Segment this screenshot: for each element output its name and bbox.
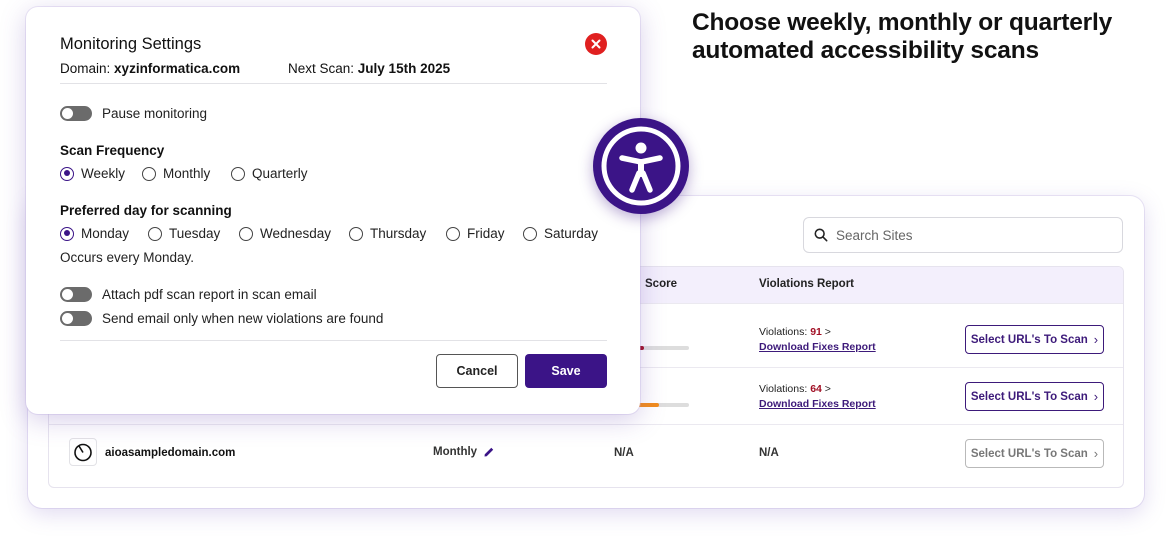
next-scan-value: July 15th 2025 bbox=[357, 61, 451, 76]
save-button[interactable]: Save bbox=[525, 354, 607, 388]
accessibility-icon bbox=[601, 126, 681, 206]
select-urls-button[interactable]: Select URL's To Scan › bbox=[965, 325, 1104, 354]
radio-label: Wednesday bbox=[260, 226, 332, 241]
chevron-right-icon: › bbox=[1093, 446, 1099, 461]
domain-value: xyzinformatica.com bbox=[114, 61, 241, 76]
violations-label: Violations: bbox=[759, 383, 808, 395]
radio-label: Quarterly bbox=[252, 166, 308, 181]
violations-value: N/A bbox=[759, 447, 779, 459]
violations-label: Violations: bbox=[759, 326, 808, 338]
search-input[interactable] bbox=[836, 227, 1106, 243]
close-button[interactable] bbox=[585, 33, 607, 55]
divider bbox=[60, 340, 607, 341]
radio-tuesday[interactable]: Tuesday bbox=[148, 226, 220, 241]
scan-frequency-heading: Scan Frequency bbox=[60, 143, 165, 158]
email-only-new-violations-toggle[interactable] bbox=[60, 311, 92, 326]
radio-label: Weekly bbox=[81, 166, 126, 181]
attach-pdf-toggle[interactable] bbox=[60, 287, 92, 302]
next-scan-info: Next Scan: July 15th 2025 bbox=[288, 61, 450, 76]
preferred-day-heading: Preferred day for scanning bbox=[60, 203, 232, 218]
radio-label: Friday bbox=[467, 226, 505, 241]
radio-dot bbox=[349, 226, 363, 241]
monitoring-settings-modal: Monitoring Settings Domain: xyzinformati… bbox=[26, 7, 640, 414]
radio-monthly[interactable]: Monthly bbox=[142, 166, 210, 181]
download-fixes-report-link[interactable]: Download Fixes Report bbox=[759, 398, 876, 410]
headline-line-2: automated accessibility scans bbox=[692, 37, 1039, 64]
column-header-violations: Violations Report bbox=[759, 278, 854, 290]
headline: Choose weekly, monthly or quarterly auto… bbox=[692, 9, 1162, 65]
radio-label: Monthly bbox=[163, 166, 211, 181]
radio-dot bbox=[523, 226, 537, 241]
radio-dot bbox=[231, 166, 245, 181]
radio-dot bbox=[148, 226, 162, 241]
violations-count[interactable]: Violations: 64 > bbox=[759, 383, 831, 395]
pause-monitoring-toggle[interactable] bbox=[60, 106, 92, 121]
cancel-button[interactable]: Cancel bbox=[436, 354, 518, 388]
close-icon bbox=[591, 39, 601, 49]
site-domain[interactable]: aioasampledomain.com bbox=[105, 447, 235, 459]
radio-dot bbox=[142, 166, 156, 181]
pause-monitoring-label: Pause monitoring bbox=[102, 106, 208, 121]
select-urls-label: Select URL's To Scan bbox=[970, 333, 1088, 346]
violations-count[interactable]: Violations: 91 > bbox=[759, 326, 831, 338]
chevron-right-icon: > bbox=[824, 383, 831, 395]
radio-thursday[interactable]: Thursday bbox=[349, 226, 426, 241]
divider bbox=[60, 83, 607, 84]
attach-pdf-label: Attach pdf scan report in scan email bbox=[102, 287, 317, 302]
select-urls-button[interactable]: Select URL's To Scan › bbox=[965, 439, 1104, 468]
radio-monday[interactable]: Monday bbox=[60, 226, 129, 241]
scan-frequency-cell[interactable]: Monthly bbox=[433, 446, 495, 458]
select-urls-label: Select URL's To Scan bbox=[970, 447, 1088, 460]
search-box[interactable] bbox=[803, 217, 1123, 253]
radio-friday[interactable]: Friday bbox=[446, 226, 505, 241]
radio-label: Thursday bbox=[370, 226, 427, 241]
accessibility-badge bbox=[593, 118, 689, 214]
radio-dot bbox=[60, 166, 74, 181]
radio-dot bbox=[239, 226, 253, 241]
column-header-score: Score bbox=[645, 278, 677, 290]
site-logo-icon bbox=[74, 443, 92, 462]
radio-dot bbox=[60, 226, 74, 241]
download-fixes-report-link[interactable]: Download Fixes Report bbox=[759, 341, 876, 353]
next-scan-label: Next Scan: bbox=[288, 61, 355, 76]
violations-number: 91 bbox=[810, 326, 822, 338]
score-bar bbox=[635, 403, 689, 407]
domain-label: Domain: bbox=[60, 61, 111, 76]
radio-label: Tuesday bbox=[169, 226, 221, 241]
radio-saturday[interactable]: Saturday bbox=[523, 226, 598, 241]
stage: Choose weekly, monthly or quarterly auto… bbox=[0, 0, 1172, 541]
search-icon bbox=[814, 228, 828, 242]
email-only-new-violations-label: Send email only when new violations are … bbox=[102, 311, 384, 326]
score-value: N/A bbox=[614, 447, 634, 459]
radio-weekly[interactable]: Weekly bbox=[60, 166, 125, 181]
pencil-icon[interactable] bbox=[483, 446, 495, 458]
domain-info: Domain: xyzinformatica.com bbox=[60, 61, 240, 76]
violations-number: 64 bbox=[810, 383, 822, 395]
score-bar bbox=[635, 346, 689, 350]
select-urls-label: Select URL's To Scan bbox=[970, 390, 1088, 403]
modal-title: Monitoring Settings bbox=[60, 35, 202, 53]
radio-label: Saturday bbox=[544, 226, 599, 241]
schedule-note: Occurs every Monday. bbox=[60, 250, 195, 265]
chevron-right-icon: › bbox=[1093, 389, 1099, 404]
chevron-right-icon: › bbox=[1093, 332, 1099, 347]
radio-dot bbox=[446, 226, 460, 241]
chevron-right-icon: > bbox=[824, 326, 831, 338]
select-urls-button[interactable]: Select URL's To Scan › bbox=[965, 382, 1104, 411]
site-favicon bbox=[69, 438, 97, 466]
table-row: aioasampledomain.com Monthly N/A N/A Sel… bbox=[49, 424, 1123, 487]
radio-wednesday[interactable]: Wednesday bbox=[239, 226, 331, 241]
scan-frequency-value: Monthly bbox=[433, 446, 478, 458]
radio-quarterly[interactable]: Quarterly bbox=[231, 166, 308, 181]
radio-label: Monday bbox=[81, 226, 130, 241]
headline-line-1: Choose weekly, monthly or quarterly bbox=[692, 9, 1113, 36]
